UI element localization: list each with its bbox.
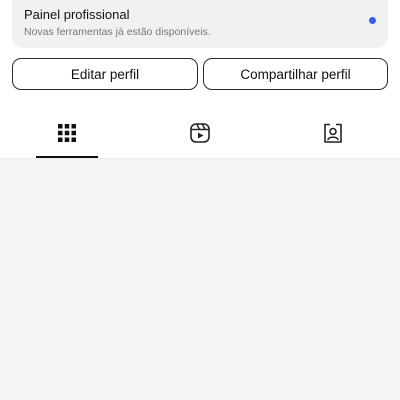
tagged-icon [324,123,343,143]
share-profile-button[interactable]: Compartilhar perfil [203,58,388,90]
professional-dashboard-card[interactable]: Painel profissional Novas ferramentas já… [12,0,388,48]
notification-dot [369,17,376,24]
edit-profile-button[interactable]: Editar perfil [12,58,198,90]
dashboard-subtitle: Novas ferramentas já estão disponíveis. [24,26,211,38]
profile-tabs [0,110,400,158]
reels-icon [190,122,210,143]
tab-posts-grid[interactable] [0,110,133,158]
grid-icon [57,123,76,142]
posts-content-area [0,159,400,400]
tab-reels[interactable] [133,110,266,158]
tab-tagged[interactable] [267,110,400,158]
dashboard-title: Painel profissional [24,7,130,22]
profile-page: Painel profissional Novas ferramentas já… [0,0,400,400]
